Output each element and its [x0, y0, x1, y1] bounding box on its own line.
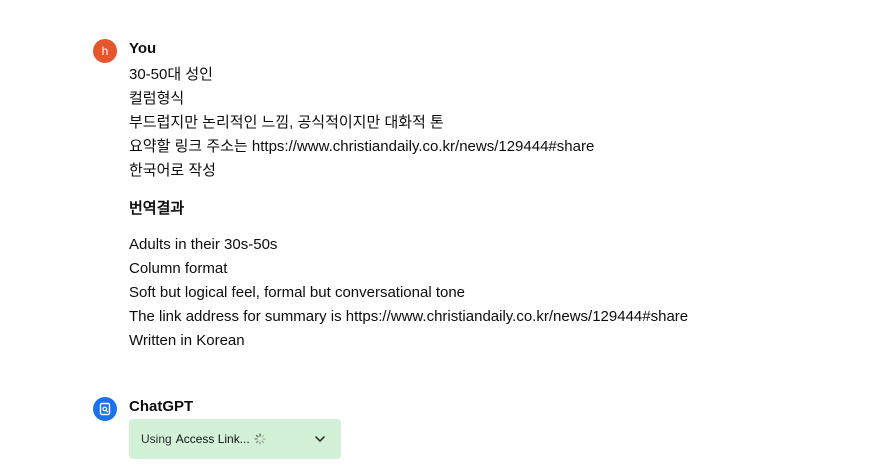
- assistant-author-name: ChatGPT: [129, 398, 194, 415]
- message-line: 요약할 링크 주소는 https://www.christiandaily.co…: [129, 138, 595, 155]
- plugin-doc-icon: [99, 402, 111, 416]
- chat-page: h You 30-50대 성인 컬럼형식 부드럽지만 논리적인 느낌, 공식적이…: [0, 0, 893, 472]
- translation-line: Adults in their 30s-50s: [129, 236, 278, 253]
- message-line: 30-50대 성인: [129, 66, 213, 83]
- spinner-icon: [254, 433, 266, 445]
- translation-line: Soft but logical feel, formal but conver…: [129, 284, 466, 301]
- chevron-down-icon[interactable]: [313, 432, 327, 446]
- translation-line: Column format: [129, 260, 228, 277]
- message-line: 한국어로 작성: [129, 162, 216, 179]
- user-author-name: You: [129, 40, 157, 57]
- message-line: 컬럼형식: [129, 90, 185, 107]
- user-message: 30-50대 성인 컬럼형식 부드럽지만 논리적인 느낌, 공식적이지만 대화적…: [129, 63, 869, 353]
- message-line: 부드럽지만 논리적인 느낌, 공식적이지만 대화적 톤: [129, 114, 444, 131]
- plugin-status-prefix: Using: [141, 432, 172, 446]
- assistant-avatar: [93, 397, 117, 421]
- plugin-name: Access Link...: [175, 432, 250, 446]
- translation-heading: 번역결과: [129, 200, 185, 217]
- plugin-status-toggle[interactable]: Using Access Link...: [129, 419, 341, 459]
- user-avatar-letter: h: [101, 44, 109, 58]
- translation-line: Written in Korean: [129, 332, 245, 349]
- user-avatar: h: [93, 39, 117, 63]
- translation-line: The link address for summary is https://…: [129, 308, 689, 325]
